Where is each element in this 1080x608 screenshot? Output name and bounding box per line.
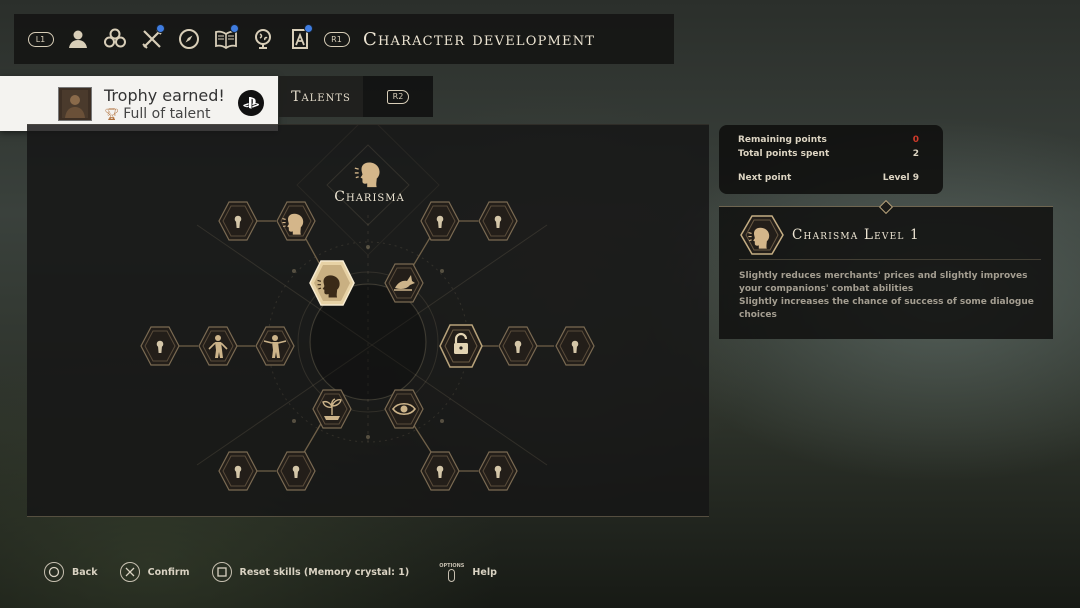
options-button-icon: OPTIONS (439, 563, 464, 582)
bestiary-notification-badge (304, 24, 313, 33)
remaining-points-value: 0 (912, 135, 919, 145)
r1-label: R1 (323, 31, 350, 47)
trophy-name: Full of talent (123, 105, 211, 122)
circle-button-icon (44, 562, 64, 582)
top-nav-bar: L1 R1 Character development (14, 14, 674, 64)
talent-node-locked[interactable] (140, 326, 180, 366)
weapons-icon[interactable] (133, 14, 170, 64)
talent-node-locked[interactable] (555, 326, 595, 366)
talent-node-locked[interactable] (276, 451, 316, 491)
remaining-points-label: Remaining points (738, 135, 827, 145)
talent-description: Slightly reduces merchants' prices and s… (739, 270, 1039, 322)
journal-notification-badge (230, 24, 239, 33)
connector-diamond (878, 199, 894, 215)
talent-tree-panel: Charisma (27, 124, 709, 517)
tab-talents[interactable]: Talents (279, 76, 363, 117)
talent-node-locked[interactable] (420, 201, 460, 241)
compass-icon[interactable] (170, 14, 207, 64)
talent-node-padlock[interactable] (439, 324, 483, 368)
description-line-2: Slightly increases the chance of success… (739, 297, 1034, 320)
bronze-trophy-icon: 🏆︎ (104, 106, 120, 121)
trophy-notification: Trophy earned! 🏆︎ Full of talent (0, 76, 278, 131)
journal-icon[interactable] (207, 14, 244, 64)
trophy-title: Trophy earned! (104, 85, 225, 105)
skills-icon[interactable] (96, 14, 133, 64)
l1-button[interactable]: L1 (22, 14, 59, 64)
charisma-category-icon (354, 161, 381, 188)
description-line-1: Slightly reduces merchants' prices and s… (739, 271, 1028, 294)
talent-node-locked[interactable] (420, 451, 460, 491)
talent-node-figure[interactable] (198, 326, 238, 366)
talent-node-locked[interactable] (218, 451, 258, 491)
reset-prompt[interactable]: Reset skills (Memory crystal: 1) (211, 562, 410, 582)
talent-node-locked[interactable] (478, 201, 518, 241)
playstation-logo-icon (238, 90, 264, 116)
talent-node-figure[interactable] (255, 326, 295, 366)
trophy-portrait-image (58, 86, 92, 121)
talent-info-panel: Charisma Level 1 Slightly reduces mercha… (719, 199, 1053, 339)
next-point-label: Next point (738, 173, 792, 183)
r1-button[interactable]: R1 (318, 14, 355, 64)
options-label: OPTIONS (439, 562, 465, 569)
reset-label: Reset skills (Memory crystal: 1) (239, 566, 410, 578)
confirm-label: Confirm (147, 566, 190, 578)
bestiary-icon[interactable] (281, 14, 318, 64)
points-spent-label: Total points spent (738, 149, 830, 159)
divider (739, 259, 1041, 260)
weapons-notification-badge (156, 24, 165, 33)
talent-node-locked[interactable] (218, 201, 258, 241)
character-icon[interactable] (59, 14, 96, 64)
r2-label: R2 (387, 89, 409, 104)
help-label: Help (472, 566, 497, 578)
talent-node-locked[interactable] (478, 451, 518, 491)
back-label: Back (72, 566, 98, 578)
back-prompt[interactable]: Back (44, 562, 98, 582)
l1-label: L1 (27, 31, 54, 47)
tree-title: Charisma (334, 189, 405, 205)
map-globe-icon[interactable] (244, 14, 281, 64)
button-prompts: Back Confirm Reset skills (Memory crysta… (44, 562, 519, 582)
help-prompt[interactable]: OPTIONS Help (439, 563, 497, 582)
page-title: Character development (363, 28, 596, 50)
points-spent-value: 2 (912, 149, 919, 159)
next-point-value: Level 9 (882, 173, 919, 183)
talent-node-charisma-owned[interactable] (276, 201, 316, 241)
square-button-icon (211, 562, 232, 582)
talent-node-locked[interactable] (498, 326, 538, 366)
points-summary: Remaining points 0 Total points spent 2 … (719, 125, 943, 194)
talent-name: Charisma Level 1 (792, 227, 920, 243)
charisma-info-icon (740, 215, 784, 255)
talent-tree-graph (140, 125, 595, 491)
confirm-prompt[interactable]: Confirm (119, 562, 190, 582)
cross-button-icon (119, 562, 140, 582)
r2-tab-button[interactable]: R2 (363, 76, 433, 117)
